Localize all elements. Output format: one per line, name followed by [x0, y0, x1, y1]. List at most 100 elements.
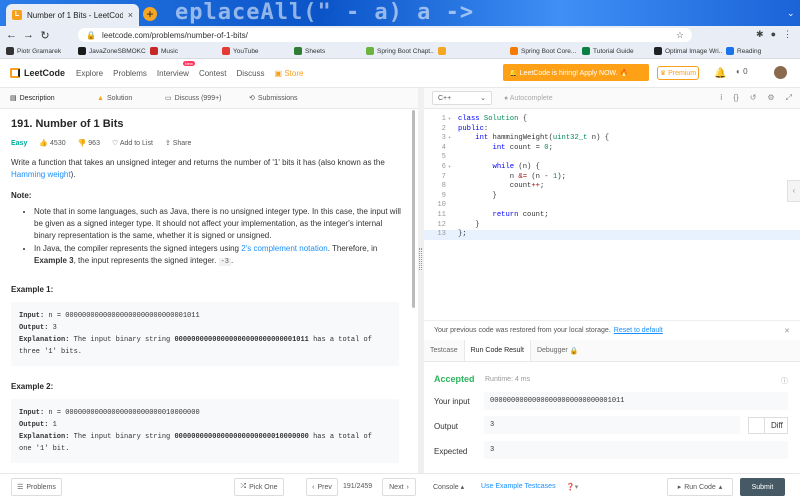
coins-count[interactable]: ◐ 0	[736, 67, 748, 76]
nav-problems[interactable]: Problems	[113, 69, 147, 78]
status-badge: Accepted	[434, 374, 475, 384]
bookmark-item[interactable]: Spring Boot Core...	[510, 47, 578, 55]
bookmark-item[interactable]: Tutorial Guide	[582, 47, 650, 55]
example-input: n = 00000000000000000000000000001011	[44, 312, 200, 320]
info-icon[interactable]: ⅰ	[720, 93, 722, 103]
line-number: 5	[441, 153, 446, 162]
run-code-button[interactable]: ▸ Run Code ▴	[667, 478, 733, 496]
twos-complement-link[interactable]: 2's complement notation	[241, 244, 327, 253]
bookmark-item[interactable]: JavaZoneSBMOKCL	[78, 47, 146, 55]
code-editor[interactable]: 1 ▾ class Solution { 2 public: 3 ▾ int hammi…	[424, 109, 800, 320]
premium-button[interactable]: ♛ Premium	[657, 66, 699, 80]
tab-run-code-result[interactable]: Run Code Result	[463, 340, 531, 361]
close-notice-icon[interactable]: ✕	[784, 327, 790, 335]
new-tab-button[interactable]: +	[143, 7, 157, 21]
restore-notice: Your previous code was restored from you…	[424, 320, 800, 340]
submit-button[interactable]: Submit	[740, 478, 785, 496]
avatar[interactable]	[774, 66, 787, 79]
intro-end: ).	[70, 170, 76, 179]
next-button[interactable]: Next ›	[382, 478, 416, 496]
logo-text: LeetCode	[24, 68, 66, 78]
next-label: Next	[389, 483, 404, 491]
fullscreen-icon[interactable]: ⤢	[786, 93, 792, 103]
note-item: Note that in some languages, such as Jav…	[34, 206, 401, 242]
code-line: 3 ▾ int hammingWeight(uint32_t n) {	[424, 134, 609, 144]
like-button[interactable]: 👍 4530	[39, 139, 65, 147]
reset-icon[interactable]: ↺	[750, 93, 757, 103]
prev-button[interactable]: ‹ Prev	[306, 478, 338, 496]
diff-toggle[interactable]: Diff	[748, 417, 788, 434]
hamming-weight-link[interactable]: Hamming weight	[11, 170, 71, 179]
dislike-button[interactable]: 👎 963	[78, 139, 100, 147]
example-output: 3	[48, 324, 57, 332]
bookmark-item[interactable]: Spring Boot Chapt...	[366, 47, 434, 55]
notification-bell-icon[interactable]: 🔔	[714, 68, 726, 79]
problems-button[interactable]: ☰ Problems	[11, 478, 62, 496]
bookmark-item[interactable]: YouTube	[222, 47, 290, 55]
code-braces-icon[interactable]: {}	[733, 93, 738, 103]
tab-search-chevron-icon[interactable]: ⌄	[787, 8, 795, 19]
nav-store[interactable]: ▣ Store	[275, 69, 304, 78]
bookmark-favicon-icon	[654, 47, 662, 55]
browser-tab[interactable]: L Number of 1 Bits - LeetCode ×	[6, 4, 139, 26]
input-label: Input:	[19, 312, 45, 320]
code-line: 7 n &= (n - 1);	[424, 173, 566, 183]
line-number: 13	[437, 230, 446, 239]
bookmark-item[interactable]: Optimal Image Wri...	[654, 47, 722, 55]
tab-testcase[interactable]: Testcase	[424, 340, 464, 361]
bookmark-favicon-icon	[510, 47, 518, 55]
share-button[interactable]: ⇪ Share	[165, 139, 192, 147]
example-box: Input: n = 00000000000000000000000000001…	[11, 302, 399, 366]
language-select[interactable]: C++ ⌄	[432, 91, 492, 105]
reload-icon[interactable]: ↻	[40, 29, 50, 42]
console-toggle[interactable]: Console ▴	[433, 483, 464, 491]
bookmark-label: Optimal Image Wri...	[665, 47, 722, 55]
forward-arrow-icon[interactable]: →	[23, 29, 34, 41]
chevron-right-icon: ›	[406, 483, 409, 491]
nav-interview[interactable]: Interview New	[157, 60, 195, 78]
url-field[interactable]: 🔒 leetcode.com/problems/number-of-1-bits…	[78, 28, 692, 42]
info-circle-icon[interactable]: ⓘ	[781, 376, 788, 386]
bookmark-star-icon[interactable]: ☆	[676, 30, 684, 41]
leetcode-logo[interactable]: LeetCode	[10, 68, 66, 78]
tab-solution[interactable]: ▲ Solution	[97, 95, 165, 102]
profile-icon[interactable]: ●	[771, 29, 776, 40]
fold-icon[interactable]: ▾	[446, 163, 458, 173]
tab-discuss[interactable]: ▭ Discuss (999+)	[165, 94, 249, 103]
nav-explore[interactable]: Explore	[76, 69, 103, 78]
bookmark-favicon-icon	[150, 47, 158, 55]
add-to-list-button[interactable]: ♡ Add to List	[112, 139, 153, 147]
bookmark-item[interactable]	[438, 47, 506, 55]
hiring-promo-banner[interactable]: 🔔 LeetCode is hiring! Apply NOW. 🔥	[503, 64, 649, 81]
back-arrow-icon[interactable]: ←	[6, 29, 17, 41]
bookmark-item[interactable]: Music	[150, 47, 218, 55]
nav-contest[interactable]: Contest	[199, 69, 227, 78]
share-icon: ⇪	[164, 140, 171, 147]
note-item: In Java, the compiler represents the sig…	[34, 243, 401, 268]
heart-icon: ♡	[111, 140, 119, 147]
use-example-testcases-link[interactable]: Use Example Testcases	[481, 483, 556, 490]
store-icon: ▣	[274, 68, 283, 78]
pick-one-button[interactable]: ⤮ Pick One	[234, 478, 284, 496]
help-icon[interactable]: ❓▾	[566, 483, 578, 491]
note2-end: .	[230, 256, 234, 265]
settings-icon[interactable]: ⚙	[767, 93, 774, 103]
autocomplete-toggle[interactable]: ● Autocomplete	[504, 95, 553, 102]
chevron-up-icon: ▴	[460, 484, 465, 491]
fold-icon[interactable]: ▾	[446, 115, 458, 125]
bookmark-item[interactable]: Piotr Gramarek	[6, 47, 74, 55]
tab-debugger[interactable]: Debugger 🔒	[531, 340, 584, 361]
tab-submissions[interactable]: ⟲ Submissions	[249, 94, 329, 103]
side-panel-toggle[interactable]: ‹	[787, 180, 800, 202]
bookmark-item[interactable]: Reading	[726, 47, 794, 55]
browser-menu-icon[interactable]: ⋮	[783, 29, 792, 40]
nav-discuss[interactable]: Discuss	[237, 69, 265, 78]
bookmark-label: Tutorial Guide	[593, 47, 634, 55]
bookmark-item[interactable]: Sheets	[294, 47, 362, 55]
description-scrollbar[interactable]	[412, 110, 415, 308]
tab-description[interactable]: ▤ Description	[10, 94, 90, 103]
extensions-icon[interactable]: ✱	[756, 29, 764, 40]
fold-icon[interactable]: ▾	[446, 134, 458, 144]
reset-to-default-link[interactable]: Reset to default	[614, 327, 663, 334]
close-tab-icon[interactable]: ×	[128, 10, 133, 20]
